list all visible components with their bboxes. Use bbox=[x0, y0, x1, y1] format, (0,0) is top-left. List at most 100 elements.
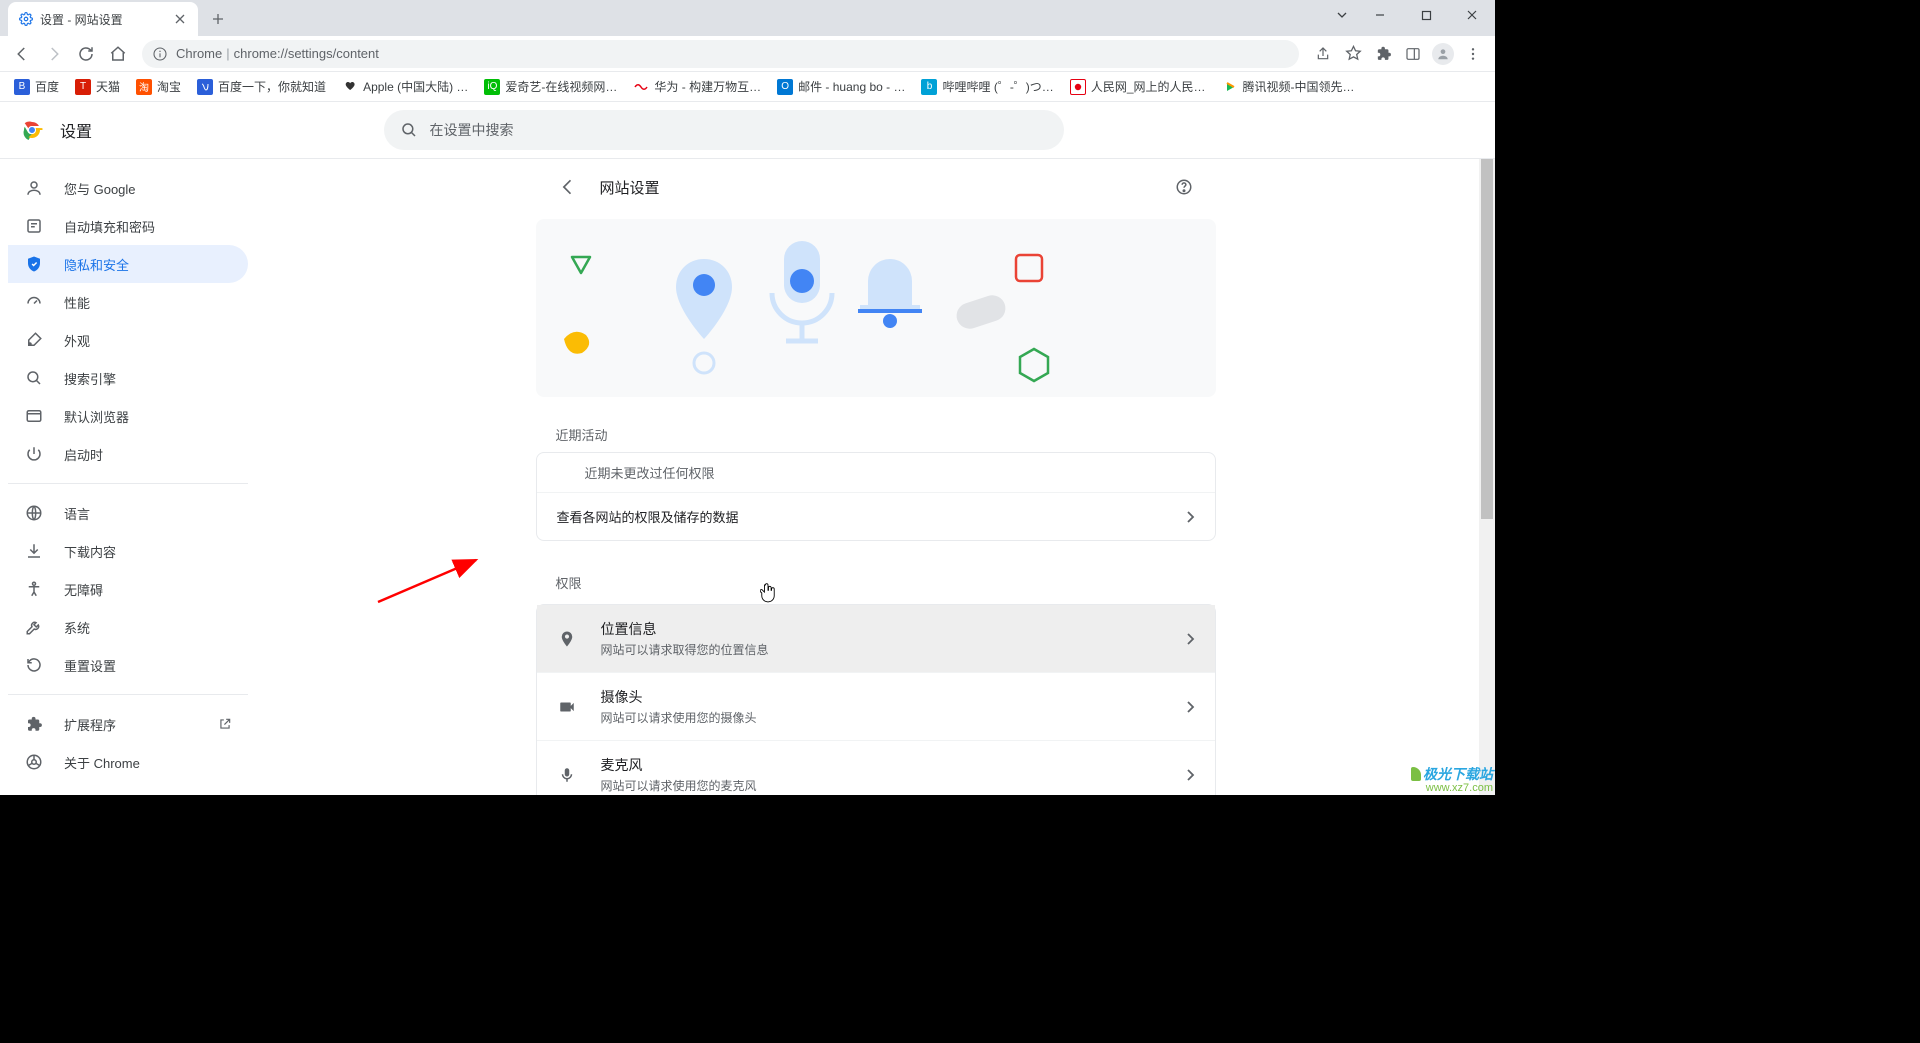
browser-tab[interactable]: 设置 - 网站设置 bbox=[8, 2, 198, 36]
recent-empty-note: 近期未更改过任何权限 bbox=[537, 453, 1215, 492]
extensions-icon[interactable] bbox=[1369, 40, 1397, 68]
back-arrow-button[interactable] bbox=[556, 175, 580, 199]
wrench-icon bbox=[24, 617, 44, 637]
chrome-icon bbox=[24, 752, 44, 772]
sidebar-divider bbox=[8, 483, 248, 484]
bookmark-item[interactable]: 华为 - 构建万物互… bbox=[627, 75, 767, 98]
menu-button[interactable] bbox=[1459, 40, 1487, 68]
profile-avatar[interactable] bbox=[1429, 40, 1457, 68]
download-icon bbox=[24, 541, 44, 561]
accessibility-icon bbox=[24, 579, 44, 599]
chevron-right-icon bbox=[1187, 633, 1195, 645]
search-icon bbox=[24, 368, 44, 388]
sidebar-item-reset[interactable]: 重置设置 bbox=[8, 646, 248, 684]
close-icon[interactable] bbox=[172, 11, 188, 27]
row-camera[interactable]: 摄像头网站可以请求使用您的摄像头 bbox=[537, 672, 1215, 740]
row-location[interactable]: 位置信息网站可以请求取得您的位置信息 bbox=[537, 605, 1215, 672]
row-view-all-permissions[interactable]: 查看各网站的权限及储存的数据 bbox=[537, 492, 1215, 540]
sidebar-item-appearance[interactable]: 外观 bbox=[8, 321, 248, 359]
bookmark-item[interactable]: 淘淘宝 bbox=[130, 75, 187, 98]
paint-icon bbox=[24, 330, 44, 350]
scrollbar-thumb[interactable] bbox=[1481, 159, 1493, 519]
side-panel-icon[interactable] bbox=[1399, 40, 1427, 68]
maximize-button[interactable] bbox=[1403, 0, 1449, 30]
browser-icon bbox=[24, 406, 44, 426]
toolbar: Chrome | chrome://settings/content bbox=[0, 36, 1495, 72]
sidebar-item-you-and-google[interactable]: 您与 Google bbox=[8, 169, 248, 207]
site-info-icon[interactable] bbox=[152, 46, 168, 62]
sidebar-item-privacy[interactable]: 隐私和安全 bbox=[8, 245, 248, 283]
back-button[interactable] bbox=[8, 40, 36, 68]
settings-sidebar: 您与 Google 自动填充和密码 隐私和安全 性能 外观 搜索引擎 默认浏览器… bbox=[0, 159, 256, 795]
browser-window: 设置 - 网站设置 Chrome | chrome://settings/con… bbox=[0, 0, 1495, 795]
share-icon[interactable] bbox=[1309, 40, 1337, 68]
globe-icon bbox=[24, 503, 44, 523]
bookmark-star-icon[interactable] bbox=[1339, 40, 1367, 68]
section-label-recent: 近期活动 bbox=[536, 417, 1216, 452]
person-icon bbox=[24, 178, 44, 198]
reload-button[interactable] bbox=[72, 40, 100, 68]
row-microphone[interactable]: 麦克风网站可以请求使用您的麦克风 bbox=[537, 740, 1215, 795]
chevron-down-icon[interactable] bbox=[1327, 0, 1357, 30]
content-area: 网站设置 bbox=[256, 159, 1495, 795]
bookmark-item[interactable]: 腾讯视频-中国领先… bbox=[1216, 75, 1361, 98]
chevron-right-icon bbox=[1187, 701, 1195, 713]
bookmark-item[interactable]: B百度 bbox=[8, 75, 65, 98]
content-scrollbar[interactable] bbox=[1479, 159, 1495, 795]
location-pin-icon bbox=[557, 629, 577, 649]
illustration-banner bbox=[536, 219, 1216, 397]
bookmark-item[interactable]: O邮件 - huang bo - … bbox=[771, 75, 911, 98]
main-area: 您与 Google 自动填充和密码 隐私和安全 性能 外观 搜索引擎 默认浏览器… bbox=[0, 158, 1495, 795]
bookmark-item[interactable]: T天猫 bbox=[69, 75, 126, 98]
minimize-button[interactable] bbox=[1357, 0, 1403, 30]
tab-title: 设置 - 网站设置 bbox=[40, 11, 166, 28]
bookmark-item[interactable]: 人民网_网上的人民… bbox=[1064, 75, 1212, 98]
extensions-icon bbox=[24, 714, 44, 734]
watermark: 极光下载站 www.xz7.com bbox=[1411, 767, 1493, 795]
url-text: chrome://settings/content bbox=[234, 46, 379, 61]
settings-header: 设置 在设置中搜索 bbox=[0, 102, 1495, 158]
search-placeholder: 在设置中搜索 bbox=[430, 120, 514, 140]
sidebar-item-search-engine[interactable]: 搜索引擎 bbox=[8, 359, 248, 397]
microphone-icon bbox=[557, 765, 577, 785]
bookmark-item[interactable]: Apple (中国大陆) … bbox=[336, 75, 474, 98]
sidebar-item-autofill[interactable]: 自动填充和密码 bbox=[8, 207, 248, 245]
forward-button[interactable] bbox=[40, 40, 68, 68]
autofill-icon bbox=[24, 216, 44, 236]
sidebar-divider bbox=[8, 694, 248, 695]
chevron-right-icon bbox=[1187, 769, 1195, 781]
sidebar-item-system[interactable]: 系统 bbox=[8, 608, 248, 646]
chrome-logo-icon bbox=[20, 118, 44, 142]
sidebar-item-extensions[interactable]: 扩展程序 bbox=[8, 705, 248, 743]
sidebar-item-performance[interactable]: 性能 bbox=[8, 283, 248, 321]
address-bar[interactable]: Chrome | chrome://settings/content bbox=[142, 40, 1299, 68]
page-header: 网站设置 bbox=[536, 159, 1216, 207]
section-label-permissions: 权限 bbox=[536, 565, 1216, 600]
titlebar: 设置 - 网站设置 bbox=[0, 0, 1495, 36]
help-icon[interactable] bbox=[1172, 175, 1196, 199]
sidebar-item-default-browser[interactable]: 默认浏览器 bbox=[8, 397, 248, 435]
sidebar-item-languages[interactable]: 语言 bbox=[8, 494, 248, 532]
sidebar-item-accessibility[interactable]: 无障碍 bbox=[8, 570, 248, 608]
search-icon bbox=[400, 121, 418, 139]
sidebar-item-startup[interactable]: 启动时 bbox=[8, 435, 248, 473]
window-controls bbox=[1327, 0, 1495, 30]
camera-icon bbox=[557, 697, 577, 717]
bookmarks-bar: B百度 T天猫 淘淘宝 百度一下，你就知道 Apple (中国大陆) … iQ爱… bbox=[0, 72, 1495, 102]
sidebar-item-about[interactable]: 关于 Chrome bbox=[8, 743, 248, 781]
bookmark-item[interactable]: b哔哩哔哩 (゜-゜)つ… bbox=[915, 75, 1059, 98]
new-tab-button[interactable] bbox=[204, 5, 232, 33]
sidebar-item-downloads[interactable]: 下载内容 bbox=[8, 532, 248, 570]
gear-icon bbox=[18, 11, 34, 27]
reset-icon bbox=[24, 655, 44, 675]
bookmark-item[interactable]: 百度一下，你就知道 bbox=[191, 75, 332, 98]
shield-icon bbox=[24, 254, 44, 274]
bookmark-item[interactable]: iQ爱奇艺-在线视频网… bbox=[478, 75, 623, 98]
settings-search-input[interactable]: 在设置中搜索 bbox=[384, 110, 1064, 150]
close-window-button[interactable] bbox=[1449, 0, 1495, 30]
external-link-icon bbox=[218, 717, 232, 731]
chevron-right-icon bbox=[1187, 511, 1195, 523]
home-button[interactable] bbox=[104, 40, 132, 68]
settings-title: 设置 bbox=[60, 118, 92, 142]
url-scheme: Chrome bbox=[176, 46, 222, 61]
